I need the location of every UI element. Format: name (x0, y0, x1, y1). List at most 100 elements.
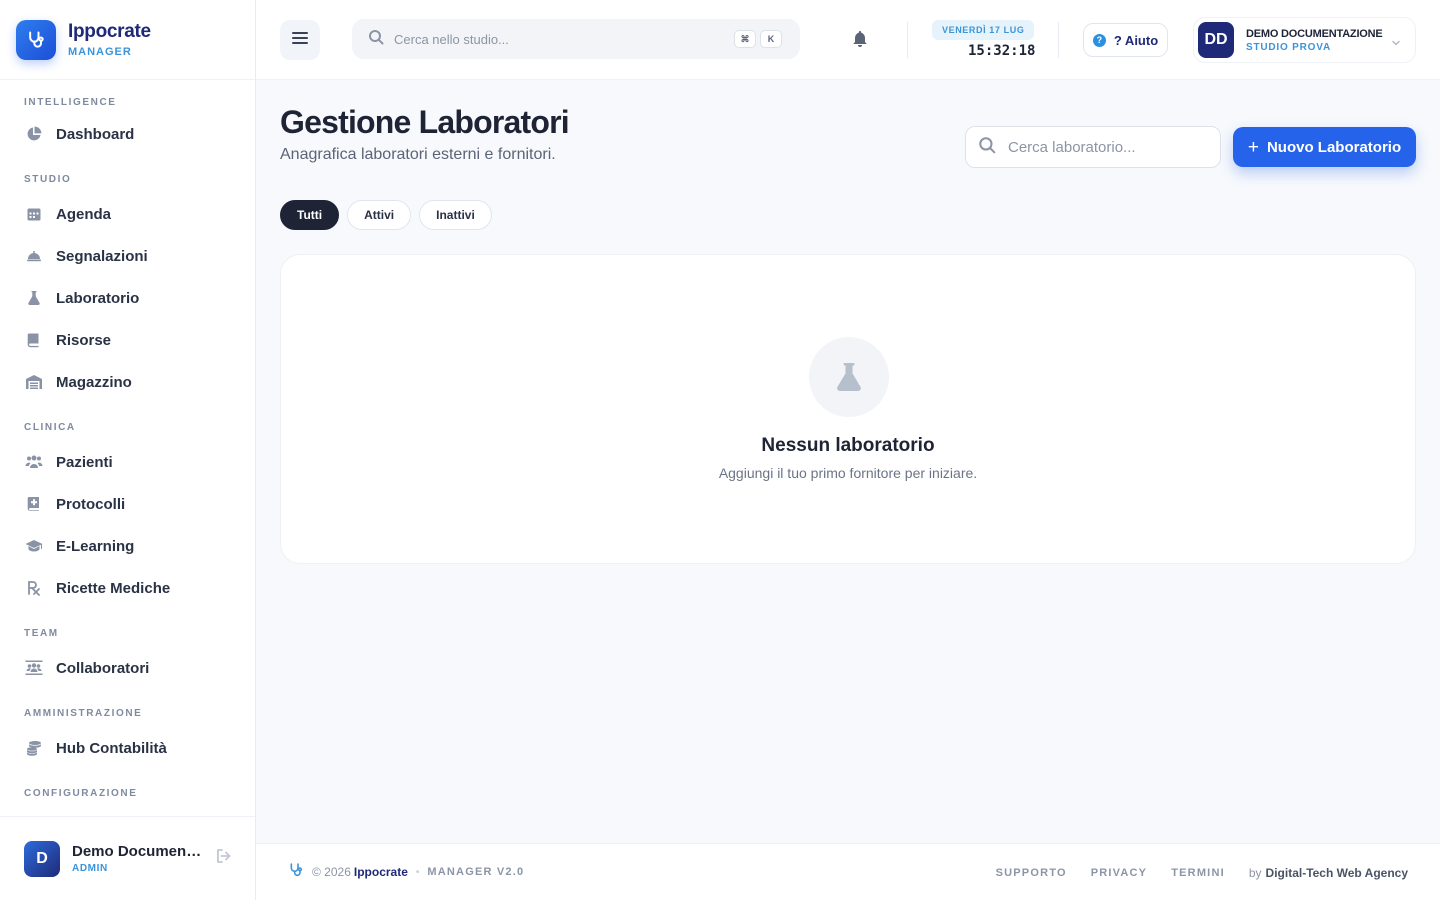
search-icon (978, 136, 996, 159)
coins-icon (24, 738, 44, 758)
kbd-k: K (760, 30, 782, 48)
footer-link-privacy[interactable]: PRIVACY (1091, 867, 1147, 879)
sidebar-item-protocolli[interactable]: Protocolli (24, 483, 255, 525)
avatar: DD (1198, 22, 1234, 58)
sidebar-item-pazienti[interactable]: Pazienti (24, 441, 255, 483)
brand[interactable]: Ippocrate MANAGER (0, 0, 255, 80)
stethoscope-logo-icon (16, 19, 56, 60)
nav-section-team: TEAM (24, 628, 59, 639)
sidebar-item-risorse[interactable]: Risorse (24, 319, 255, 361)
footer-version: MANAGER V2.0 (427, 866, 525, 878)
flask-icon (809, 337, 889, 417)
lab-search-input[interactable] (1008, 138, 1208, 156)
prescription-icon (24, 578, 44, 598)
hamburger-icon (292, 31, 308, 50)
sidebar-item-label: Hub Contabilità (56, 739, 167, 757)
nav-section-configurazione: CONFIGURAZIONE (24, 788, 138, 799)
chevron-down-icon (1391, 35, 1401, 53)
sidebar-item-magazzino[interactable]: Magazzino (24, 361, 255, 403)
date-badge: VENERDÌ 17 LUG (932, 20, 1035, 40)
search-icon (368, 29, 384, 50)
nav-section-amministrazione: AMMINISTRAZIONE (24, 708, 143, 719)
bell-service-icon (24, 246, 44, 266)
sidebar-item-agenda[interactable]: Agenda (24, 193, 255, 235)
sidebar-item-dashboard[interactable]: Dashboard (24, 113, 255, 155)
sidebar-item-laboratorio[interactable]: Laboratorio (24, 277, 255, 319)
nav-section-intelligence: INTELLIGENCE (24, 97, 117, 108)
page-title: Gestione Laboratori (280, 104, 570, 140)
book-icon (24, 330, 44, 350)
help-icon: ? (1092, 33, 1106, 47)
footer-brand: Ippocrate (353, 865, 408, 879)
footer-agency-link[interactable]: Digital-Tech Web Agency (1266, 866, 1408, 880)
sidebar-item-label: Dashboard (56, 125, 135, 143)
footer-link-termini[interactable]: TERMINI (1171, 867, 1225, 879)
users-icon (24, 452, 44, 472)
sidebar-user[interactable]: D Demo Documentazione ADMIN (0, 816, 255, 900)
divider (1058, 22, 1059, 58)
empty-state-card: Nessun laboratorio Aggiungi il tuo primo… (280, 254, 1416, 564)
sidebar-item-ricette-mediche[interactable]: Ricette Mediche (24, 567, 255, 609)
user-menu[interactable]: DD DEMO DOCUMENTAZIONE STUDIO PROVA (1193, 17, 1416, 63)
sidebar-item-label: Pazienti (56, 453, 113, 471)
plus-icon: + (1247, 136, 1259, 158)
nav-section-clinica: CLINICA (24, 422, 76, 433)
stethoscope-icon (288, 862, 304, 883)
sidebar-item-elearning[interactable]: E-Learning (24, 525, 255, 567)
brand-name: Ippocrate (68, 21, 151, 42)
main-content: Gestione Laboratori Anagrafica laborator… (256, 80, 1440, 843)
sidebar-item-label: Risorse (56, 331, 112, 349)
sidebar-user-name: Demo Documentazione (72, 843, 204, 860)
footer-links: SUPPORTO PRIVACY TERMINI by Digital-Tech… (972, 844, 1408, 900)
sidebar-item-label: Magazzino (56, 373, 132, 391)
filter-tutti[interactable]: Tutti (280, 200, 340, 230)
sidebar-nav: INTELLIGENCE Dashboard STUDIO Agenda Seg… (0, 97, 255, 804)
filter-inattivi[interactable]: Inattivi (419, 200, 492, 230)
filter-tabs: Tutti Attivi Inattivi (280, 200, 500, 230)
bell-icon[interactable] (852, 30, 868, 53)
footer-link-supporto[interactable]: SUPPORTO (996, 867, 1067, 879)
lab-search[interactable] (965, 126, 1221, 168)
sidebar-item-segnalazioni[interactable]: Segnalazioni (24, 235, 255, 277)
footer-separator: • (415, 866, 420, 878)
sidebar-item-label: Agenda (56, 205, 112, 223)
kbd-cmd: ⌘ (734, 30, 756, 48)
sidebar-item-hub-contabilita[interactable]: Hub Contabilità (24, 727, 255, 769)
divider (907, 22, 908, 58)
footer: © 2026 Ippocrate • MANAGER V2.0 SUPPORTO… (256, 843, 1440, 900)
calendar-icon (24, 204, 44, 224)
user-org: STUDIO PROVA (1246, 41, 1331, 53)
help-button[interactable]: ? ? Aiuto (1083, 23, 1168, 57)
help-label: ? Aiuto (1113, 32, 1159, 48)
brand-subtitle: MANAGER (68, 46, 132, 58)
warehouse-icon (24, 372, 44, 392)
sidebar-item-label: E-Learning (56, 537, 135, 555)
new-laboratory-label: Nuovo Laboratorio (1266, 138, 1402, 156)
user-name: DEMO DOCUMENTAZIONE (1246, 27, 1383, 40)
topbar: ⌘ K VENERDÌ 17 LUG 15:32:18 ? ? Aiuto DD… (256, 0, 1440, 80)
menu-toggle-button[interactable] (280, 20, 320, 60)
people-group-icon (24, 658, 44, 678)
global-search[interactable]: ⌘ K (352, 19, 800, 59)
sidebar-user-role: ADMIN (72, 863, 108, 874)
page-subtitle: Anagrafica laboratori esterni e fornitor… (280, 146, 556, 163)
footer-copyright: © 2026 (312, 865, 351, 879)
sidebar-item-label: Protocolli (56, 495, 126, 513)
logout-icon[interactable] (216, 849, 232, 868)
new-laboratory-button[interactable]: + Nuovo Laboratorio (1233, 127, 1416, 167)
pie-chart-icon (24, 124, 44, 144)
clock: 15:32:18 (968, 43, 1036, 59)
sidebar-item-collaboratori[interactable]: Collaboratori (24, 647, 255, 689)
empty-state-subtitle: Aggiungi il tuo primo fornitore per iniz… (718, 465, 978, 481)
sidebar: Ippocrate MANAGER INTELLIGENCE Dashboard… (0, 0, 256, 900)
nav-section-studio: STUDIO (24, 174, 72, 185)
flask-icon (24, 288, 44, 308)
medical-book-icon (24, 494, 44, 514)
sidebar-item-label: Segnalazioni (56, 247, 148, 265)
filter-attivi[interactable]: Attivi (347, 200, 412, 230)
global-search-input[interactable] (394, 31, 714, 47)
sidebar-item-label: Ricette Mediche (56, 579, 171, 597)
avatar: D (24, 840, 60, 877)
sidebar-item-label: Collaboratori (56, 659, 150, 677)
empty-state-title: Nessun laboratorio (761, 435, 935, 456)
